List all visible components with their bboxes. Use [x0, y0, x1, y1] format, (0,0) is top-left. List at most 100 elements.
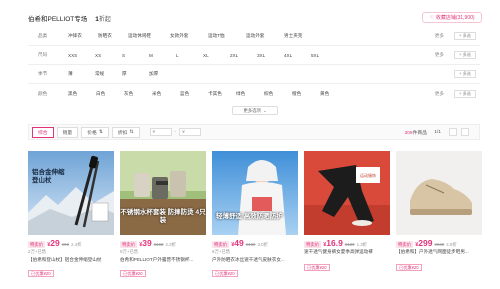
chevron-down-icon: ⌄: [262, 107, 267, 113]
original-price: ¥168: [153, 242, 164, 247]
filter-option[interactable]: 薄: [68, 71, 95, 77]
discount-rate: 4.5折: [446, 242, 457, 247]
filter-multi-button[interactable]: + 多选: [454, 32, 476, 40]
coupon-badge: 已优惠¥20: [120, 270, 146, 277]
prev-page-button[interactable]: [449, 128, 457, 136]
discount-rate: 3.0折: [257, 242, 269, 247]
product-image[interactable]: 运动服饰: [304, 151, 390, 235]
product-image[interactable]: [396, 151, 482, 235]
svg-text:运动服饰: 运动服饰: [360, 172, 376, 178]
filter-option[interactable]: 5XL: [311, 53, 338, 58]
image-caption: 不锈钢水杯套装 防摔防烫 4只装: [120, 209, 206, 224]
filter-option[interactable]: 冲锋衣: [68, 33, 98, 39]
filter-option[interactable]: XS: [95, 53, 122, 58]
sale-price-value: 299: [418, 238, 433, 248]
filter-option[interactable]: 棕色: [264, 91, 292, 97]
page-indicator: 1/1: [434, 129, 441, 135]
filter-option[interactable]: 黑色: [68, 91, 96, 97]
sold-count: 2万+已售: [28, 249, 47, 254]
sale-price: ¥39: [139, 238, 152, 248]
sun-jacket-image: [212, 151, 298, 235]
price-min-input[interactable]: ¥: [149, 128, 172, 136]
filter-option[interactable]: 男士夹克: [284, 33, 322, 39]
product-title[interactable]: 【伯希和】户外透气网面徒步鞋男...: [396, 249, 482, 261]
hiking-shoe-image: [396, 151, 482, 235]
filter-option[interactable]: 灰色: [124, 91, 152, 97]
sold-count: 8万+已售: [212, 249, 231, 254]
price-row: 特卖价 ¥49 ¥169 3.0折: [212, 238, 268, 248]
product-card[interactable]: 特卖价 ¥299 ¥669 4.5折 【伯希和】户外透气网面徒步鞋男... 已优…: [396, 151, 482, 281]
discount-rate: 1.3折: [356, 242, 368, 247]
filter-option[interactable]: 常规: [95, 71, 122, 77]
product-card[interactable]: 运动服饰 特卖价 ¥16.9 ¥130 1.3折 速干透气健身裤女夏季高弹运动裤…: [304, 151, 390, 281]
trekking-pole-image: [28, 151, 114, 235]
sort-arrows-icon: ⇅: [129, 129, 134, 135]
filter-option[interactable]: 女款外套: [170, 33, 208, 39]
price-max-input[interactable]: ¥: [179, 128, 202, 136]
filter-option[interactable]: 橙色: [292, 91, 320, 97]
filter-option[interactable]: 白色: [96, 91, 124, 97]
sort-arrows-icon: ⇅: [98, 129, 103, 135]
product-image[interactable]: 不锈钢水杯套装 防摔防烫 4只装: [120, 151, 206, 235]
product-card[interactable]: 铝合金伸缩 登山杖 特卖价 ¥29 ¥99 2.4折 2万+已售 【伯希和登山杖…: [28, 151, 114, 281]
filter-option[interactable]: 卡其色: [208, 91, 236, 97]
heart-icon: ♡: [429, 14, 434, 21]
product-card[interactable]: 轻薄舒适 高效防晒防护 特卖价 ¥49 ¥169 3.0折 8万+已售 户外防晒…: [212, 151, 298, 281]
filter-option[interactable]: 厚: [122, 71, 149, 77]
filter-more-link[interactable]: 更多: [435, 91, 444, 97]
filter-option[interactable]: 4XL: [284, 53, 311, 58]
filter-option[interactable]: 2XL: [230, 53, 257, 58]
sort-discount[interactable]: 折扣 ⇅: [111, 126, 140, 138]
favorite-label: 收藏店铺(31,900): [435, 15, 475, 21]
sale-price-value: 29: [50, 238, 60, 248]
breadcrumb[interactable]: 伯希和PELLIOT专场: [28, 13, 87, 23]
filter-option[interactable]: XXS: [68, 53, 95, 58]
sort-sales[interactable]: 销量: [56, 126, 79, 138]
filter-multi-button[interactable]: + 多选: [454, 70, 476, 78]
product-image[interactable]: 铝合金伸缩 登山杖: [28, 151, 114, 235]
filter-option[interactable]: 运动外套: [246, 33, 284, 39]
price-range: ¥ - ¥: [149, 128, 202, 136]
discount-rate: 2.4折: [71, 242, 82, 247]
product-title[interactable]: 【伯希和登山杖】铝合金伸缩登山杖: [28, 257, 114, 269]
filter-option[interactable]: 蓝色: [180, 91, 208, 97]
sort-comprehensive[interactable]: 综合: [32, 126, 54, 138]
product-card[interactable]: 不锈钢水杯套装 防摔防烫 4只装 特卖价 ¥39 ¥168 2.3折 9万+已售…: [120, 151, 206, 281]
filter-option[interactable]: 运动T恤: [208, 33, 246, 39]
product-title[interactable]: 伯希和PELLIOT户外露营不锈钢杯...: [120, 257, 206, 269]
filter-option[interactable]: M: [149, 53, 176, 58]
filter-option[interactable]: 防晒衣: [98, 33, 128, 39]
filter-label: 尺码: [38, 52, 48, 57]
page-header: 伯希和PELLIOT专场 1折起: [28, 12, 111, 24]
filter-option[interactable]: S: [122, 53, 149, 58]
next-page-button[interactable]: [461, 128, 469, 136]
coupon-badge: 已优惠¥20: [396, 264, 422, 271]
favorite-store-button[interactable]: ♡ 收藏店铺(31,900): [422, 12, 482, 23]
product-title[interactable]: 户外防晒衣冰丝速干透气皮肤衣女...: [212, 257, 298, 269]
filter-option[interactable]: 黄色: [320, 91, 348, 97]
filter-multi-button[interactable]: + 多选: [454, 51, 476, 59]
sort-price-label: 价格: [87, 130, 97, 136]
filter-more-link[interactable]: 更多: [435, 33, 444, 39]
sort-price[interactable]: 价格 ⇅: [81, 126, 109, 138]
coupon-badge: 已优惠¥20: [212, 270, 238, 277]
filter-multi-button[interactable]: + 多选: [454, 89, 476, 98]
filter-option[interactable]: 3XL: [257, 53, 284, 58]
sale-tag: 特卖价: [120, 241, 138, 248]
product-title[interactable]: 速干透气健身裤女夏季高弹运动裤: [304, 249, 390, 261]
filter-option[interactable]: 加厚: [149, 71, 176, 77]
original-price: ¥99: [61, 242, 70, 247]
sale-tag: 特卖价: [304, 241, 322, 248]
filter-option[interactable]: XL: [203, 53, 230, 58]
result-total: 209件商品: [405, 129, 427, 136]
sale-tag: 特卖价: [396, 241, 414, 248]
sort-discount-label: 折扣: [117, 130, 128, 136]
more-options-button[interactable]: 更多选项 ⌄: [232, 106, 278, 115]
sale-price-value: 16.9: [326, 238, 343, 248]
filter-more-link[interactable]: 更多: [435, 52, 444, 58]
product-image[interactable]: 轻薄舒适 高效防晒防护: [212, 151, 298, 235]
filter-option[interactable]: 米色: [152, 91, 180, 97]
filter-option[interactable]: 绿色: [236, 91, 264, 97]
filter-option[interactable]: 运动休闲鞋: [128, 33, 170, 39]
filter-option[interactable]: L: [176, 53, 203, 58]
